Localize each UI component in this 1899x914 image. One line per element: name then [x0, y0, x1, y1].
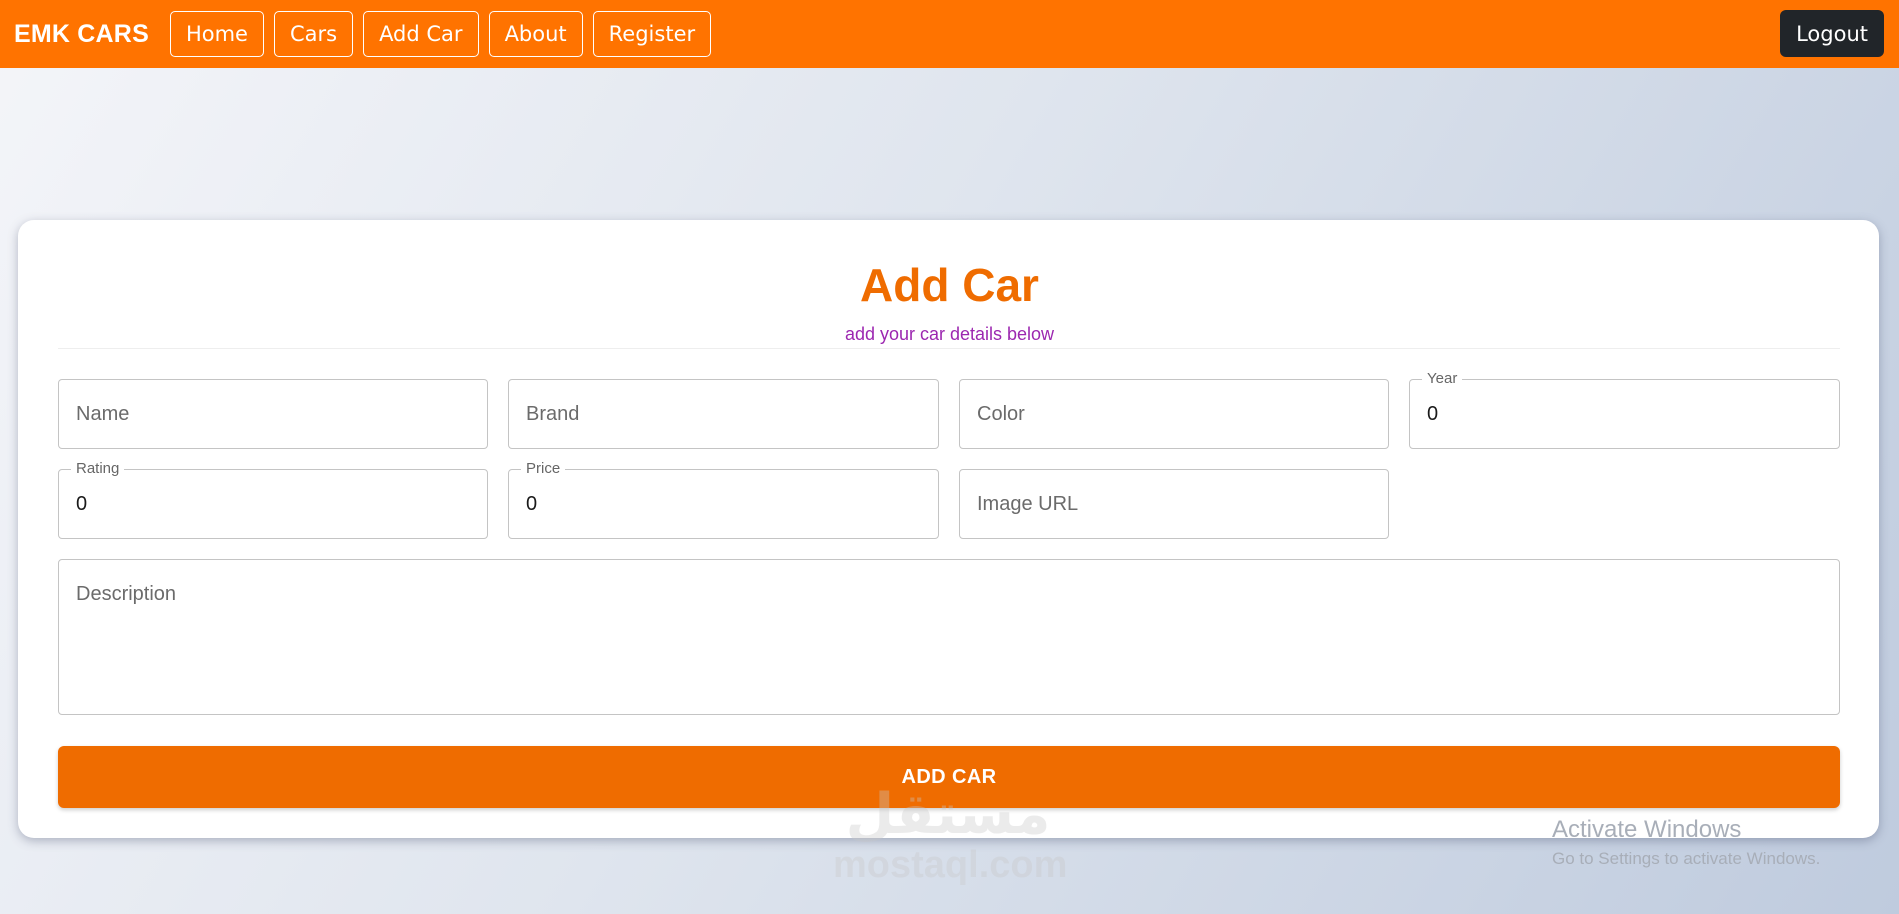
price-field[interactable]: Price 0	[508, 460, 939, 539]
description-placeholder: Description	[76, 583, 177, 605]
logout-button[interactable]: Logout	[1780, 10, 1884, 57]
image-url-placeholder: Image URL	[977, 493, 1079, 515]
price-value: 0	[526, 493, 538, 515]
nav-link-register[interactable]: Register	[592, 11, 712, 57]
color-placeholder: Color	[977, 403, 1025, 425]
nav-link-home[interactable]: Home	[169, 11, 264, 57]
activate-windows-notice: Activate Windows Go to Settings to activ…	[1552, 816, 1820, 872]
brand-field[interactable]: Brand	[508, 379, 939, 449]
top-navbar: EMK CARS Home Cars Add Car About Registe…	[0, 0, 1899, 68]
rating-label: Rating	[71, 460, 125, 478]
name-field[interactable]: Name	[58, 379, 488, 449]
nav-link-add-car[interactable]: Add Car	[363, 11, 479, 57]
page-title: Add Car	[860, 259, 1039, 311]
brand-placeholder: Brand	[526, 403, 580, 425]
name-placeholder: Name	[76, 403, 130, 425]
rating-value: 0	[76, 493, 88, 515]
watermark-text: mostaql.com	[833, 844, 1068, 886]
nav-link-cars[interactable]: Cars	[273, 11, 354, 57]
image-url-field[interactable]: Image URL	[959, 469, 1389, 539]
title-divider	[58, 348, 1840, 349]
rating-field[interactable]: Rating 0	[58, 460, 488, 539]
price-label: Price	[521, 460, 566, 478]
description-field[interactable]: Description	[58, 559, 1840, 715]
watermark-arabic: مستقل	[845, 782, 1051, 847]
year-value: 0	[1427, 403, 1439, 425]
year-field[interactable]: Year 0	[1409, 370, 1840, 449]
page-subtitle: add your car details below	[844, 324, 1055, 344]
brand-logo[interactable]: EMK CARS	[14, 20, 149, 49]
mostaql-watermark: مستقل mostaql.com	[833, 782, 1068, 895]
activate-windows-detail: Go to Settings to activate Windows.	[1552, 849, 1821, 868]
activate-windows-title: Activate Windows	[1552, 816, 1742, 843]
nav-link-about[interactable]: About	[488, 11, 583, 57]
year-label: Year	[1422, 370, 1463, 388]
color-field[interactable]: Color	[959, 379, 1389, 449]
